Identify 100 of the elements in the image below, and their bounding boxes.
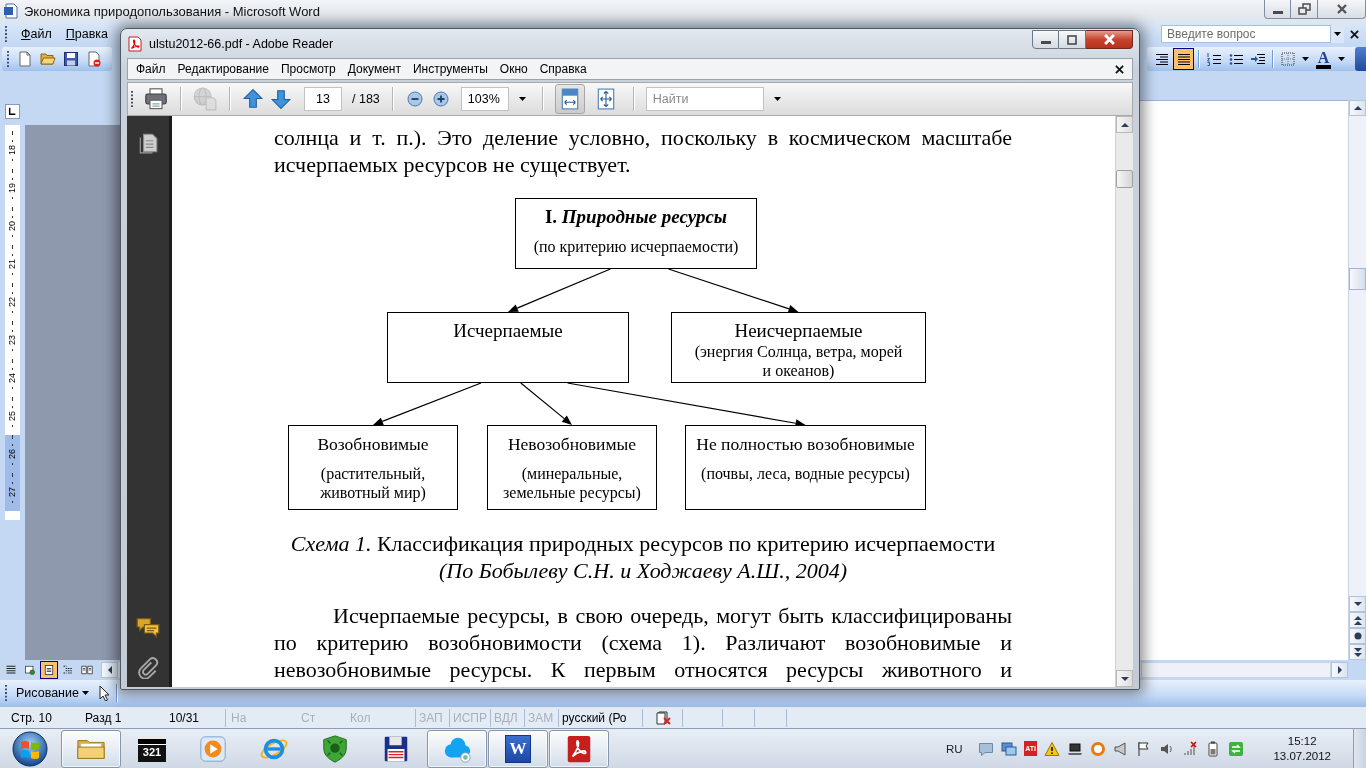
menu-item[interactable]: Справка <box>533 62 593 76</box>
ruler-number: 22 <box>7 297 18 307</box>
help-search-field[interactable]: Введите вопрос <box>1161 25 1331 43</box>
flag-icon[interactable] <box>1135 740 1152 757</box>
grip-handle[interactable] <box>4 25 8 43</box>
menu-item[interactable]: Просмотр <box>274 62 342 76</box>
browse-object-button[interactable] <box>1349 628 1366 644</box>
ruler-number: 21 <box>7 259 18 269</box>
node-title: Возобновимые <box>317 433 429 455</box>
menu-item[interactable]: Окно <box>493 62 534 76</box>
language-indicator[interactable]: RU <box>946 742 963 755</box>
caret-icon[interactable] <box>773 97 781 101</box>
scroll-down-button[interactable] <box>1349 596 1366 612</box>
scroll-left-button[interactable] <box>101 662 118 678</box>
close-icon[interactable] <box>1115 64 1124 74</box>
close-button[interactable] <box>1318 0 1366 19</box>
minimize-icon <box>1272 10 1283 14</box>
status-text: 10/31 <box>169 710 200 725</box>
tab-stop-icon[interactable] <box>5 104 20 119</box>
screens-icon[interactable] <box>1001 740 1018 757</box>
menu-item[interactable]: Документ <box>341 62 407 76</box>
megaphone-icon[interactable] <box>1112 740 1129 757</box>
zoom-out-icon[interactable] <box>406 91 423 107</box>
grip-handle[interactable] <box>6 50 10 68</box>
ring-icon[interactable] <box>1089 740 1106 757</box>
maximize-icon <box>1067 34 1077 45</box>
page-number-field[interactable]: 13 <box>304 87 342 111</box>
find-field[interactable]: Найти <box>645 87 764 111</box>
scroll-up-button[interactable] <box>1116 116 1133 133</box>
paperclip-icon[interactable] <box>137 657 159 679</box>
menu-item[interactable]: Инструменты <box>407 62 494 76</box>
clock-time[interactable]: 15:12 <box>1287 733 1317 749</box>
minimize-button[interactable] <box>1032 30 1059 49</box>
print-icon[interactable] <box>144 87 168 111</box>
warning-icon[interactable] <box>1043 740 1060 757</box>
menu-item[interactable]: Редактирование <box>171 62 275 76</box>
caret-icon <box>81 691 89 695</box>
play-icon <box>198 733 228 764</box>
node-title: Исчерпаемые <box>453 320 563 342</box>
caret-icon[interactable] <box>1302 57 1309 61</box>
numbered-list-icon <box>1205 51 1222 67</box>
drawing-menu-button[interactable]: Рисование <box>14 684 91 702</box>
vertical-scrollbar[interactable] <box>1115 116 1133 687</box>
font-color-button[interactable]: A <box>1313 48 1334 70</box>
laptop-icon[interactable] <box>1066 740 1083 757</box>
zoom-in-icon[interactable] <box>432 91 449 107</box>
maximize-button[interactable] <box>1059 30 1086 49</box>
window-title: Экономика природопользования - Microsoft Word <box>24 3 320 19</box>
document-no-entry-icon[interactable] <box>86 51 102 67</box>
grip-handle[interactable] <box>130 90 134 108</box>
restore-button[interactable] <box>1291 0 1318 19</box>
taskbar-button[interactable]: W <box>488 729 548 768</box>
scroll-thumb[interactable] <box>1116 170 1133 188</box>
node-title: I. Природные ресурсы <box>544 206 728 228</box>
down-arrow-icon <box>1353 601 1362 607</box>
close-icon[interactable] <box>1350 29 1359 39</box>
scroll-thumb[interactable] <box>1349 268 1366 290</box>
menu-item[interactable]: Файл <box>14 27 59 41</box>
clock-date[interactable]: 13.07.2012 <box>1273 748 1331 764</box>
zoom-field[interactable]: 103% <box>460 87 509 111</box>
print-layout-button[interactable] <box>40 661 58 679</box>
ruler-number: 25 <box>7 411 18 421</box>
previous-page-button[interactable] <box>1349 612 1366 628</box>
minimize-button[interactable] <box>1264 0 1291 19</box>
start-button[interactable] <box>12 730 48 767</box>
new-document-icon[interactable] <box>17 51 33 67</box>
menu-item[interactable]: Правка <box>58 27 115 41</box>
scroll-down-button[interactable] <box>1116 670 1133 687</box>
bulleted-list-icon <box>1227 51 1244 67</box>
spelling-icon[interactable] <box>654 709 671 726</box>
scroll-up-button[interactable] <box>1349 100 1366 116</box>
taskbar-button[interactable]: 321 <box>122 729 182 768</box>
speech-bubbles-icon[interactable] <box>136 615 160 639</box>
taskbar-button[interactable] <box>549 729 609 768</box>
window-title: ulstu2012-66.pdf - Adobe Reader <box>149 36 334 51</box>
menu-item[interactable]: Файл <box>130 62 172 76</box>
grip-handle[interactable] <box>4 684 8 702</box>
folder-icon[interactable] <box>40 51 56 67</box>
justify-button[interactable] <box>1173 48 1194 70</box>
chat-icon[interactable] <box>978 740 995 757</box>
signal-icon[interactable] <box>1181 740 1198 757</box>
shield-icon <box>320 733 350 764</box>
next-page-button[interactable] <box>1349 644 1366 660</box>
node-note: (почвы, леса, водные ресурсы) <box>701 464 910 483</box>
fit-width-button[interactable] <box>554 84 585 114</box>
vertical-scrollbar[interactable] <box>1348 100 1366 660</box>
caret-icon[interactable] <box>518 97 526 101</box>
caret-icon[interactable] <box>1331 25 1344 43</box>
horizontal-scrollbar[interactable] <box>1141 662 1331 678</box>
scroll-right-button[interactable] <box>1331 662 1348 678</box>
up-arrow-icon[interactable] <box>242 88 264 110</box>
pages-icon[interactable] <box>137 132 159 154</box>
indent-icon <box>1249 51 1266 67</box>
save-icon[interactable] <box>63 51 79 67</box>
node-note: (энергия Солнца, ветра, морей и океанов) <box>693 342 904 380</box>
dot-icon <box>1353 632 1362 640</box>
ruler-number: 18 <box>7 145 18 155</box>
caret-icon[interactable] <box>1338 57 1345 61</box>
down-arrow-icon[interactable] <box>270 88 292 110</box>
close-button[interactable] <box>1086 30 1133 49</box>
